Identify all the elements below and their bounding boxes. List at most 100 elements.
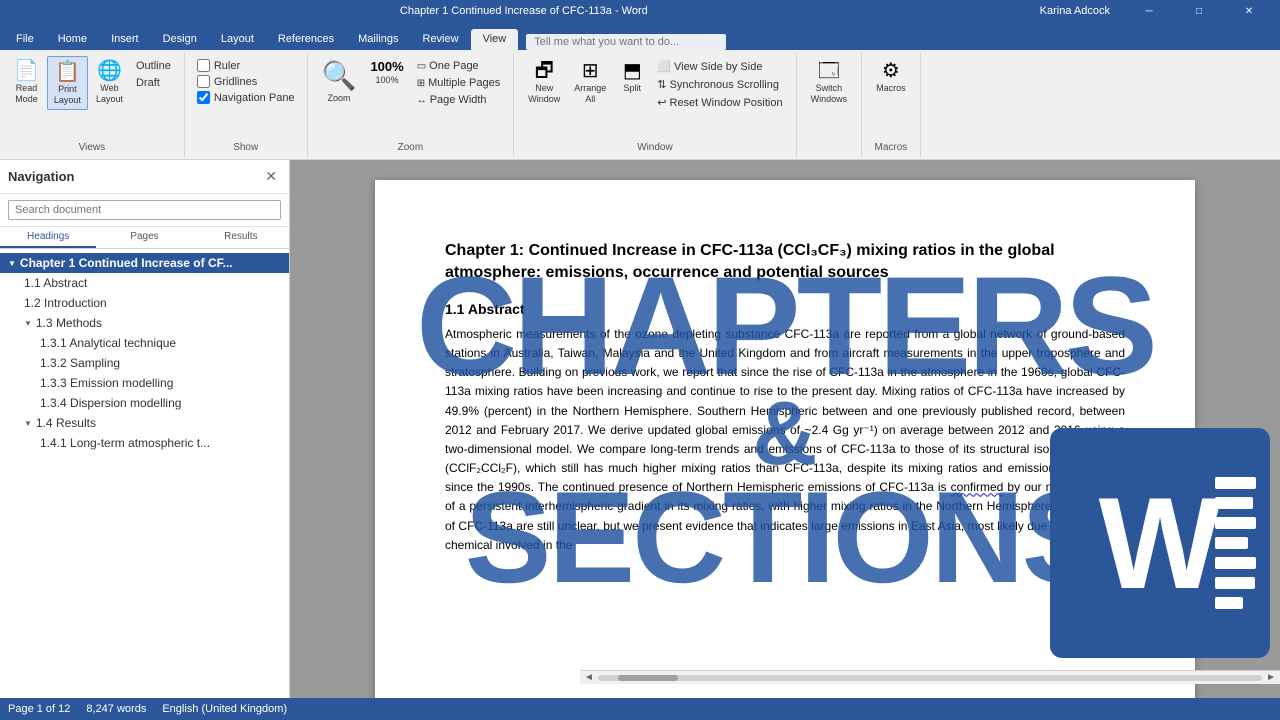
ribbon-group-zoom: 🔍 Zoom 100% 100% ▭ One Page ⊞ Multiple P… xyxy=(308,52,515,157)
tree-item-1-4-1[interactable]: 1.4.1 Long-term atmospheric t... xyxy=(0,433,289,453)
tree-item-1-1[interactable]: 1.1 Abstract xyxy=(0,273,289,293)
read-mode-label: ReadMode xyxy=(15,83,38,105)
nav-pane-checkbox[interactable] xyxy=(197,91,210,104)
read-mode-button[interactable]: 📄 ReadMode xyxy=(8,56,45,108)
tree-item-1-3[interactable]: ▼ 1.3 Methods xyxy=(0,313,289,333)
document-area[interactable]: ◄ ► Chapter 1: Continued Increase in CFC… xyxy=(290,160,1280,698)
window-title: Chapter 1 Continued Increase of CFC-113a… xyxy=(8,5,1040,17)
triangle-1-4-icon: ▼ xyxy=(24,419,32,428)
macros-group-label: Macros xyxy=(874,140,907,153)
arrange-all-button[interactable]: ⊞ ArrangeAll xyxy=(568,56,612,108)
draft-button[interactable]: Draft xyxy=(131,75,176,91)
tab-references[interactable]: References xyxy=(266,29,346,50)
tab-view[interactable]: View xyxy=(471,29,519,50)
tab-mailings[interactable]: Mailings xyxy=(346,29,410,50)
page-indicator: Page 1 of 12 xyxy=(8,703,70,715)
print-layout-button[interactable]: 📋 PrintLayout xyxy=(47,56,88,110)
sync-scroll-icon: ⇅ xyxy=(657,78,666,91)
web-layout-button[interactable]: 🌐 WebLayout xyxy=(90,56,129,108)
minimize-button[interactable]: ─ xyxy=(1126,0,1172,22)
tree-item-ch1-label: Chapter 1 Continued Increase of CF... xyxy=(20,256,233,270)
word-line-7 xyxy=(1215,597,1243,609)
split-button[interactable]: ⬒ Split xyxy=(614,56,650,97)
nav-tab-pages[interactable]: Pages xyxy=(96,227,192,248)
ribbon-group-macros: ⚙ Macros Macros xyxy=(862,52,921,157)
web-layout-label: WebLayout xyxy=(96,83,123,105)
tree-item-1-3-3-label: 1.3.3 Emission modelling xyxy=(40,376,173,390)
nav-header: Navigation ✕ xyxy=(0,160,289,194)
nav-tab-headings[interactable]: Headings xyxy=(0,227,96,248)
maximize-button[interactable]: □ xyxy=(1176,0,1222,22)
window-small-buttons: ⬜ View Side by Side ⇅ Synchronous Scroll… xyxy=(652,56,787,111)
tab-layout[interactable]: Layout xyxy=(209,29,266,50)
tree-item-1-3-2-label: 1.3.2 Sampling xyxy=(40,356,120,370)
word-count: 8,247 words xyxy=(86,703,146,715)
print-layout-label: PrintLayout xyxy=(54,84,81,106)
macros-content: ⚙ Macros xyxy=(870,56,912,140)
gridlines-checkbox[interactable] xyxy=(197,75,210,88)
ribbon-search-input[interactable] xyxy=(526,34,726,50)
sync-scrolling-button[interactable]: ⇅ Synchronous Scrolling xyxy=(652,76,787,93)
triangle-icon: ▼ xyxy=(8,259,16,268)
scroll-right-arrow[interactable]: ► xyxy=(1266,672,1276,683)
ribbon-group-window: 🗗 NewWindow ⊞ ArrangeAll ⬒ Split ⬜ View … xyxy=(514,52,796,157)
ribbon-group-show: Ruler Gridlines Navigation Pane Show xyxy=(185,52,308,157)
close-button[interactable]: ✕ xyxy=(1226,0,1272,22)
word-line-3 xyxy=(1215,517,1256,529)
page-width-button[interactable]: ↔ Page Width xyxy=(412,92,506,108)
ruler-checkbox-label[interactable]: Ruler xyxy=(193,58,299,73)
word-logo-background: W xyxy=(1050,428,1270,658)
zoom-buttons: 🔍 Zoom 100% 100% ▭ One Page ⊞ Multiple P… xyxy=(316,56,506,140)
word-logo-lines xyxy=(1215,428,1270,658)
ribbon-group-switch-windows: 🗔 SwitchWindows xyxy=(797,52,863,157)
tree-item-1-2-label: 1.2 Introduction xyxy=(24,296,107,310)
new-window-label: NewWindow xyxy=(528,83,560,105)
reset-window-button[interactable]: ↩ Reset Window Position xyxy=(652,94,787,111)
multiple-pages-button[interactable]: ⊞ Multiple Pages xyxy=(412,75,506,91)
status-bar: Page 1 of 12 8,247 words English (United… xyxy=(0,698,1280,720)
tree-item-1-3-3[interactable]: 1.3.3 Emission modelling xyxy=(0,373,289,393)
user-name: Karina Adcock xyxy=(1040,5,1110,17)
scroll-left-arrow[interactable]: ◄ xyxy=(584,672,594,683)
tree-item-1-3-4-label: 1.3.4 Dispersion modelling xyxy=(40,396,181,410)
100pct-button[interactable]: 100% 100% xyxy=(364,56,409,88)
tab-home[interactable]: Home xyxy=(46,29,99,50)
tree-item-1-2[interactable]: 1.2 Introduction xyxy=(0,293,289,313)
tab-insert[interactable]: Insert xyxy=(99,29,151,50)
tree-item-1-3-2[interactable]: 1.3.2 Sampling xyxy=(0,353,289,373)
nav-search-input[interactable] xyxy=(8,200,281,220)
web-layout-icon: 🌐 xyxy=(97,59,122,83)
word-line-6 xyxy=(1215,577,1255,589)
tab-file[interactable]: File xyxy=(4,29,46,50)
title-bar: Chapter 1 Continued Increase of CFC-113a… xyxy=(0,0,1280,22)
nav-pane-checkbox-label[interactable]: Navigation Pane xyxy=(193,90,299,105)
tree-item-1-1-label: 1.1 Abstract xyxy=(24,276,87,290)
macros-button[interactable]: ⚙ Macros xyxy=(870,56,912,97)
tree-item-1-4[interactable]: ▼ 1.4 Results xyxy=(0,413,289,433)
tree-item-1-3-4[interactable]: 1.3.4 Dispersion modelling xyxy=(0,393,289,413)
main-area: Navigation ✕ Headings Pages Results ▼ Ch… xyxy=(0,160,1280,698)
switch-windows-content: 🗔 SwitchWindows xyxy=(805,56,854,151)
nav-tab-results[interactable]: Results xyxy=(193,227,289,248)
view-side-by-side-button[interactable]: ⬜ View Side by Side xyxy=(652,58,787,75)
tree-item-1-3-1[interactable]: 1.3.1 Analytical technique xyxy=(0,333,289,353)
zoom-button[interactable]: 🔍 Zoom xyxy=(316,56,363,106)
new-window-button[interactable]: 🗗 NewWindow xyxy=(522,56,566,108)
tree-item-ch1[interactable]: ▼ Chapter 1 Continued Increase of CF... xyxy=(0,253,289,273)
ruler-checkbox[interactable] xyxy=(197,59,210,72)
switch-windows-button[interactable]: 🗔 SwitchWindows xyxy=(805,56,854,108)
word-line-2 xyxy=(1215,497,1253,509)
one-page-button[interactable]: ▭ One Page xyxy=(412,58,506,74)
triangle-1-3-icon: ▼ xyxy=(24,319,32,328)
tree-item-1-3-1-label: 1.3.1 Analytical technique xyxy=(40,336,176,350)
abstract-heading: 1.1 Abstract xyxy=(445,301,1125,317)
gridlines-checkbox-label[interactable]: Gridlines xyxy=(193,74,299,89)
nav-close-button[interactable]: ✕ xyxy=(261,166,281,187)
nav-tabs: Headings Pages Results xyxy=(0,227,289,249)
horizontal-scrollbar[interactable]: ◄ ► xyxy=(580,670,1280,684)
outline-button[interactable]: Outline xyxy=(131,58,176,74)
ribbon-tab-bar: File Home Insert Design Layout Reference… xyxy=(0,22,1280,50)
tab-design[interactable]: Design xyxy=(151,29,209,50)
macros-label: Macros xyxy=(876,83,906,94)
tab-review[interactable]: Review xyxy=(411,29,471,50)
